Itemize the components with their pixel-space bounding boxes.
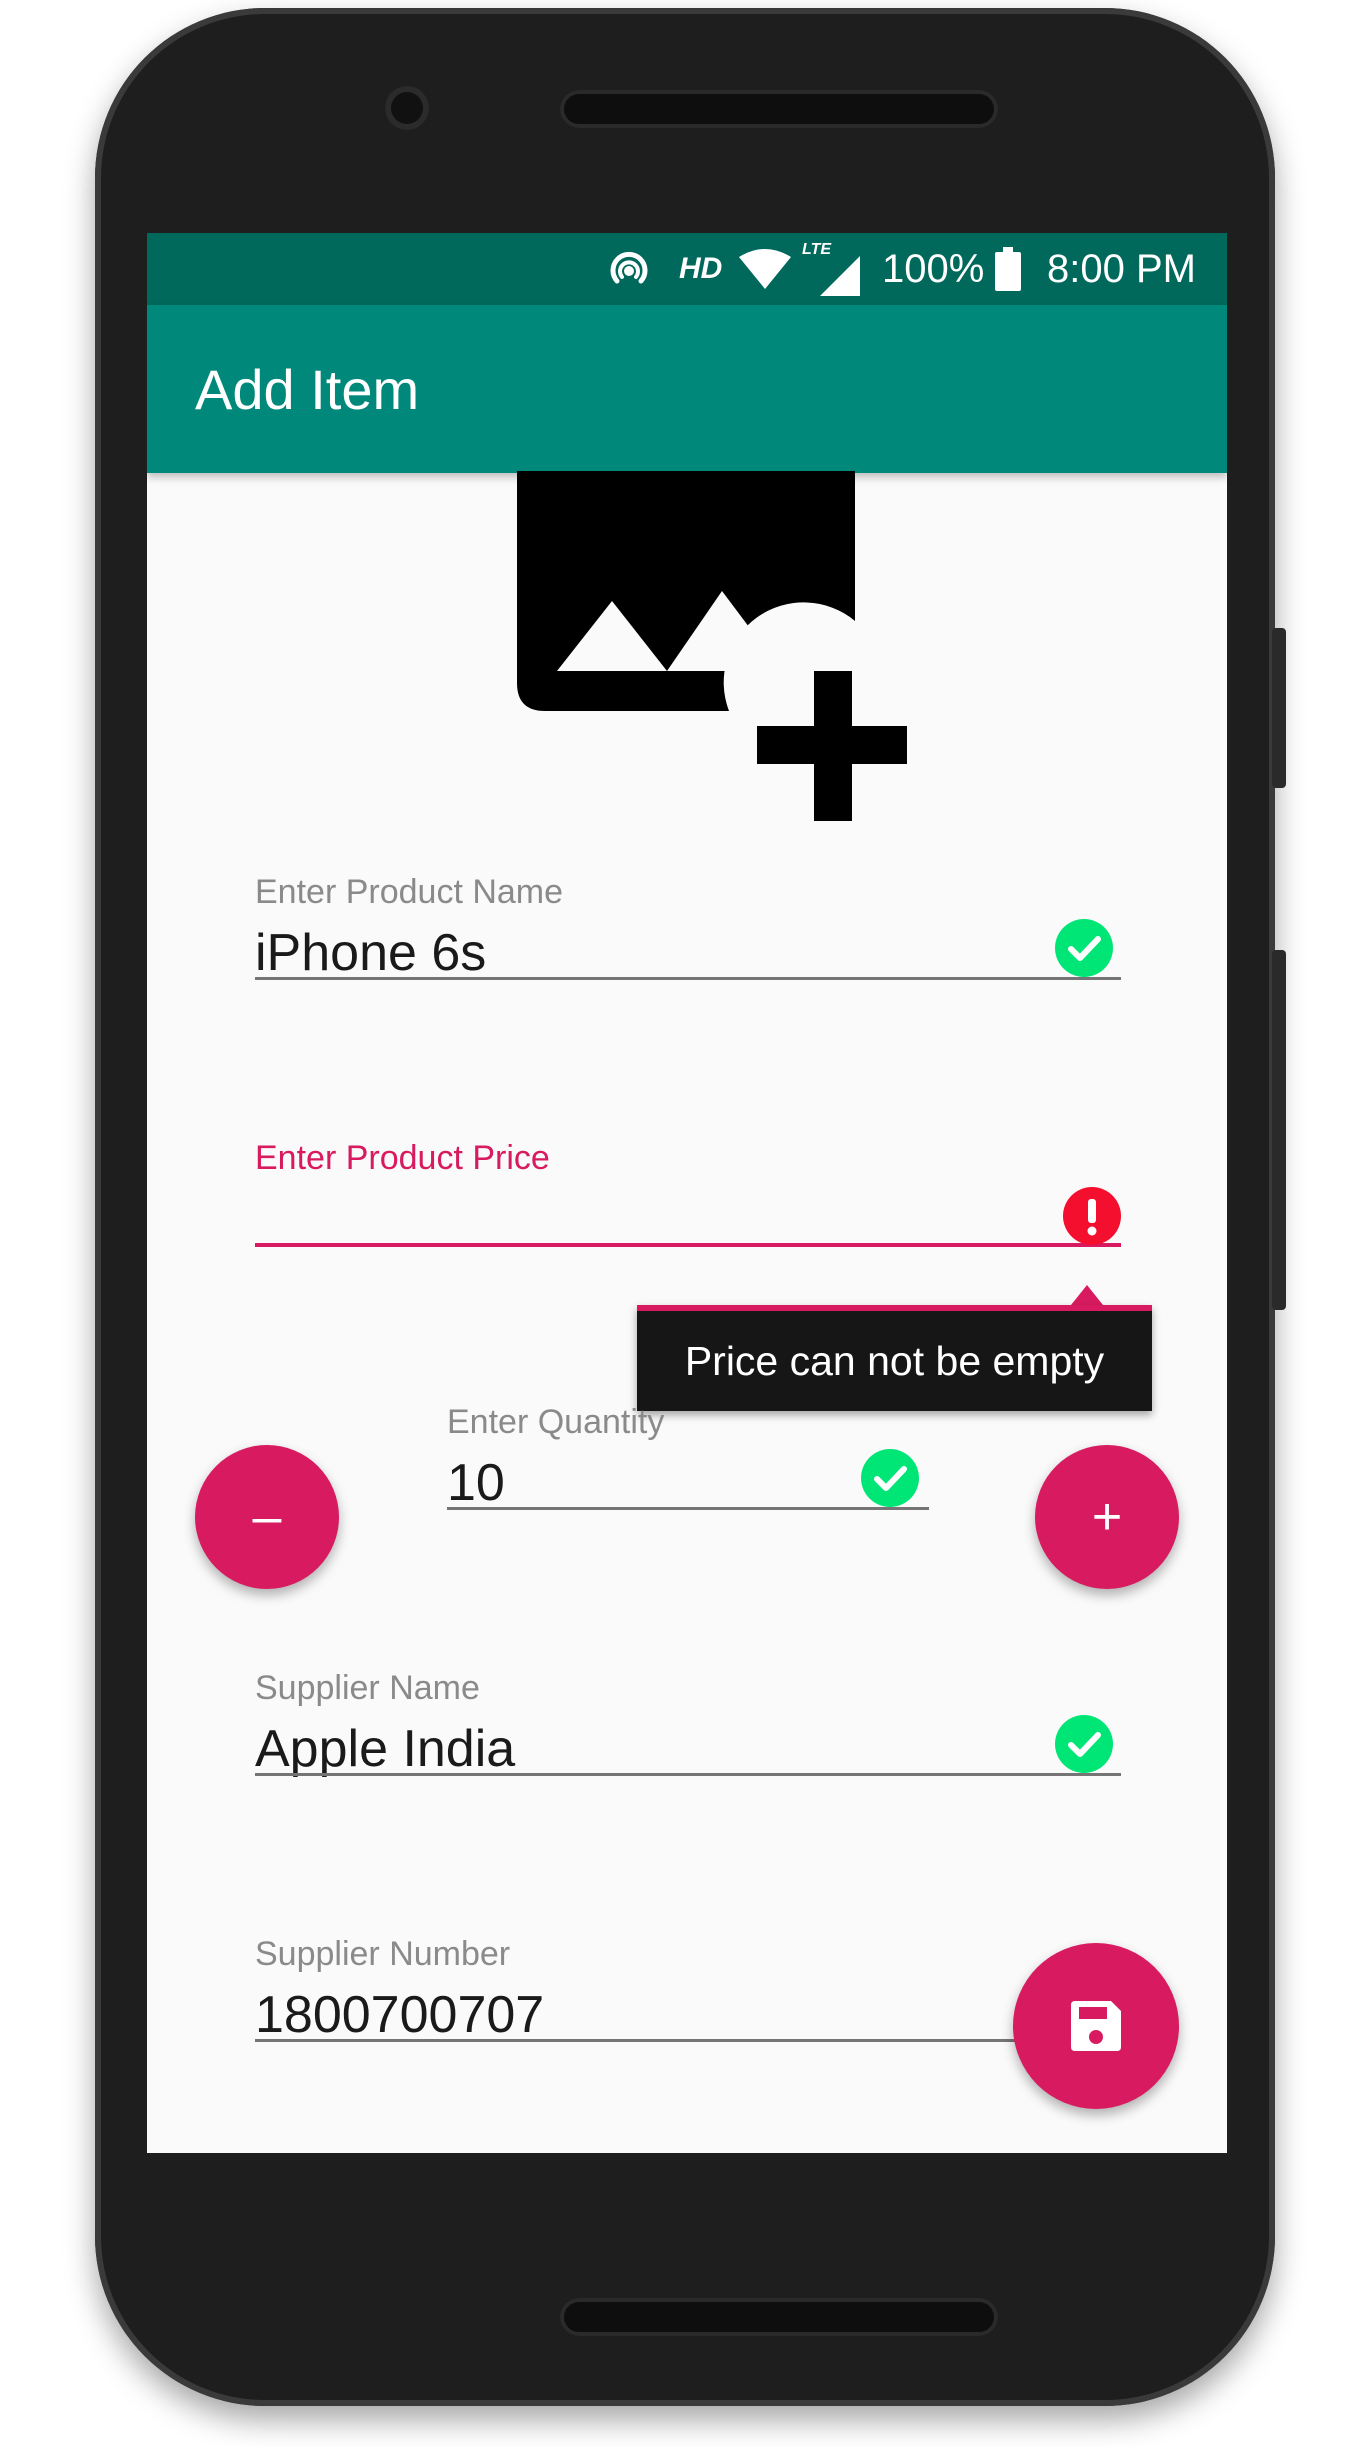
supplier-name-field: Supplier Name	[255, 1669, 1121, 1781]
battery-icon	[995, 233, 1021, 305]
product-price-underline	[255, 1243, 1121, 1247]
product-price-label: Enter Product Price	[255, 1139, 550, 1177]
signal-icon: LTE	[802, 233, 860, 305]
clock: 8:00 PM	[1047, 246, 1196, 291]
lte-label: LTE	[802, 241, 832, 258]
quantity-label: Enter Quantity	[447, 1403, 665, 1441]
save-button[interactable]	[1013, 1943, 1179, 2109]
decrease-quantity-button[interactable]: –	[195, 1445, 339, 1589]
front-camera	[385, 86, 429, 130]
image-picker[interactable]	[517, 471, 927, 827]
error-tooltip: Price can not be empty	[637, 1305, 1152, 1411]
status-bar: HD LTE 100% 8:00 PM	[147, 233, 1227, 305]
error-tooltip-arrow	[1071, 1285, 1103, 1305]
quantity-input[interactable]	[447, 1453, 847, 1513]
supplier-number-label: Supplier Number	[255, 1935, 511, 1973]
bottom-speaker	[560, 2298, 998, 2336]
valid-check-icon	[861, 1449, 919, 1507]
add-photo-icon	[517, 471, 907, 821]
supplier-number-field: Supplier Number	[255, 1935, 1121, 2047]
wifi-icon	[739, 233, 791, 305]
top-speaker	[560, 90, 998, 128]
valid-check-icon	[1055, 919, 1113, 977]
increase-quantity-button[interactable]: +	[1035, 1445, 1179, 1589]
product-price-input[interactable]	[255, 1189, 1035, 1249]
supplier-number-underline	[255, 2039, 1121, 2042]
supplier-name-input[interactable]	[255, 1719, 1035, 1779]
hd-label: HD	[679, 252, 723, 285]
product-name-input[interactable]	[255, 923, 1035, 983]
product-name-label: Enter Product Name	[255, 873, 564, 911]
product-name-field: Enter Product Name	[255, 873, 1121, 983]
product-price-field: Enter Product Price	[255, 1139, 1121, 1251]
supplier-number-input[interactable]	[255, 1985, 1035, 2045]
page-title: Add Item	[195, 357, 420, 421]
app-bar: Add Item	[147, 305, 1227, 473]
valid-check-icon	[1055, 1715, 1113, 1773]
hotspot-icon	[607, 233, 651, 305]
quantity-field: Enter Quantity	[447, 1403, 929, 1515]
product-name-underline	[255, 977, 1121, 980]
screen: HD LTE 100% 8:00 PM Add Item Enter Produ…	[147, 233, 1227, 2153]
save-icon	[1071, 2001, 1121, 2051]
supplier-name-label: Supplier Name	[255, 1669, 480, 1707]
power-button	[1272, 628, 1286, 788]
supplier-name-underline	[255, 1773, 1121, 1776]
battery-percent: 100%	[882, 246, 985, 291]
volume-button	[1272, 950, 1286, 1310]
quantity-underline	[447, 1507, 929, 1510]
error-icon	[1063, 1187, 1121, 1245]
